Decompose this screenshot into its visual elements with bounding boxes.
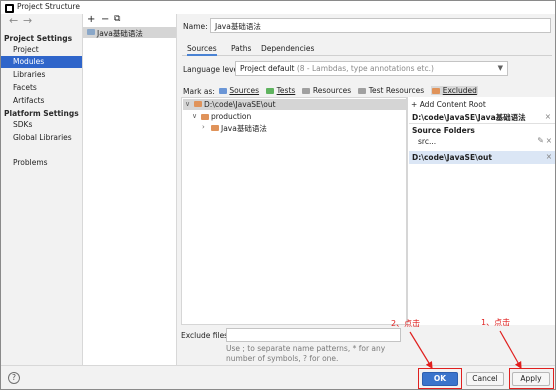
annotation-arrow-step2 [409,331,433,370]
annotation-arrows [409,330,522,370]
annotation-arrow-step1 [499,330,522,370]
